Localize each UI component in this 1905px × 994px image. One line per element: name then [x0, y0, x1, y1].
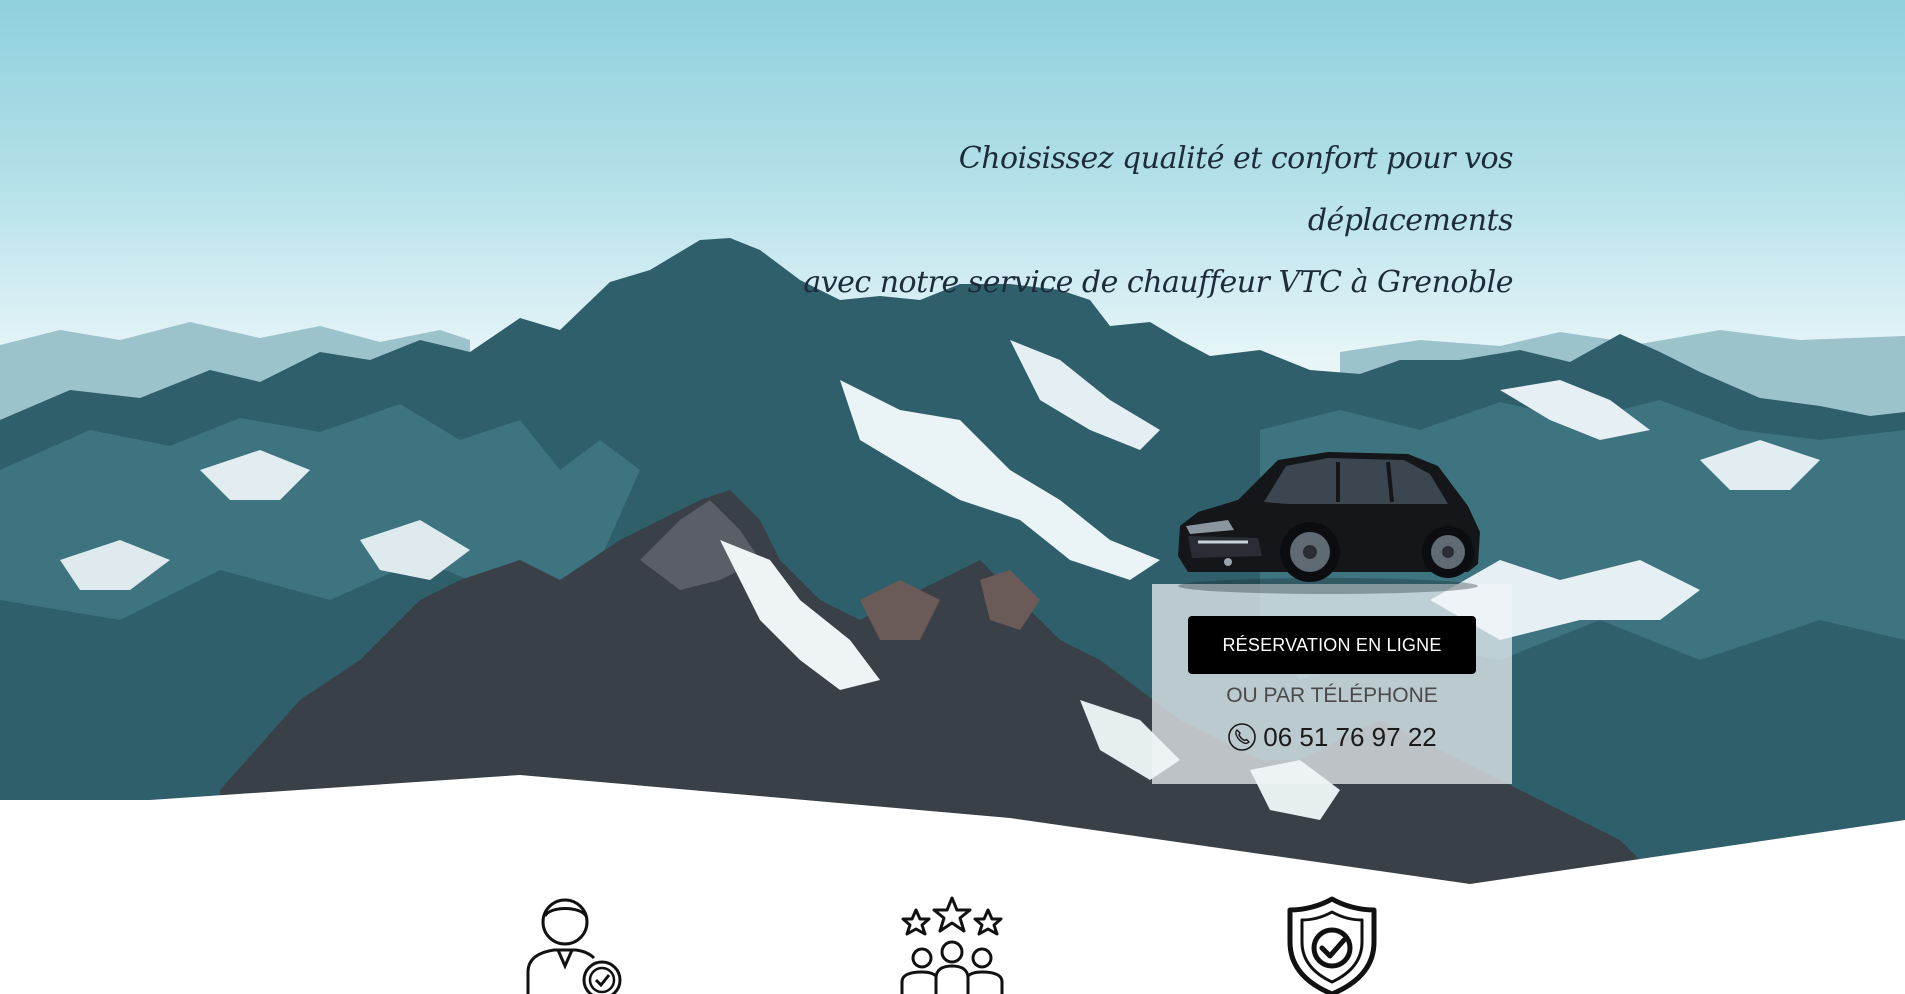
features-section [0, 896, 1905, 994]
online-reservation-button[interactable]: RÉSERVATION EN LIGNE [1188, 616, 1476, 674]
hero-section: Choisissez qualité et confort pour vos d… [0, 0, 1905, 994]
phone-link[interactable]: 06 51 76 97 22 [1152, 722, 1512, 759]
tagline-line-2: avec notre service de chauffeur VTC à Gr… [803, 265, 1513, 300]
hero-tagline: Choisissez qualité et confort pour vos d… [753, 128, 1513, 314]
or-phone-label: OU PAR TÉLÉPHONE [1226, 684, 1438, 707]
phone-icon [1227, 722, 1257, 759]
security-shield-check-icon [1287, 896, 1377, 994]
professional-driver-icon [526, 898, 622, 994]
five-star-rating-icon [900, 896, 1004, 994]
car-image [1178, 452, 1480, 594]
tagline-line-1: Choisissez qualité et confort pour vos d… [958, 141, 1514, 238]
phone-number: 06 51 76 97 22 [1263, 722, 1437, 752]
booking-panel: RÉSERVATION EN LIGNE OU PAR TÉLÉPHONE 06… [1152, 584, 1512, 784]
